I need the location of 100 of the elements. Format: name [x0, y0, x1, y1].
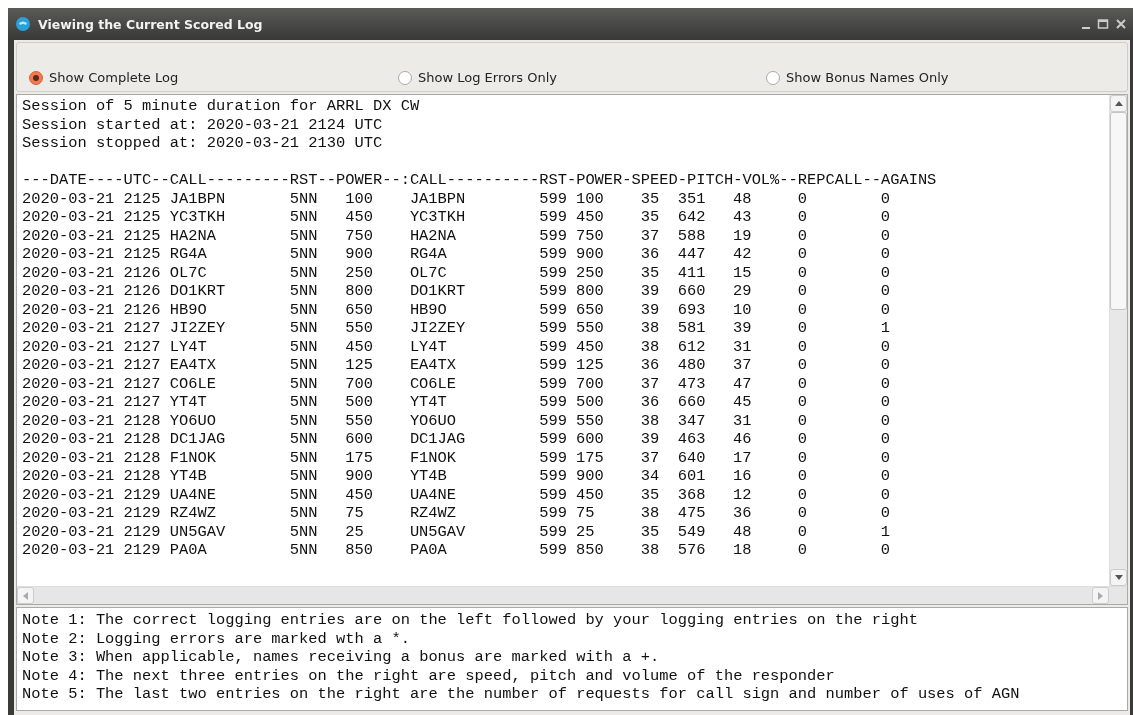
table-cell: JA1BPN	[169, 189, 226, 208]
table-cell: 35	[640, 263, 660, 282]
table-cell: 900	[576, 467, 604, 486]
table-cell: 2129	[123, 522, 161, 541]
table-cell: 640	[677, 448, 706, 467]
table-cell: 850	[345, 541, 373, 560]
table-cell: 0	[797, 356, 807, 375]
table-cell: 12	[733, 485, 752, 504]
table-cell: 42	[733, 245, 752, 264]
table-cell: 2129	[123, 541, 161, 560]
radio-icon[interactable]	[398, 70, 412, 85]
table-cell: 0	[880, 300, 891, 319]
table-cell: 599	[539, 411, 567, 430]
table-cell: 31	[733, 337, 752, 356]
table-cell: 2128	[123, 411, 161, 430]
table-cell: EA4TX	[409, 356, 457, 375]
table-cell: 411	[677, 263, 706, 282]
table-cell: 2126	[123, 300, 161, 319]
table-cell: 0	[797, 467, 807, 486]
table-cell: 599	[539, 448, 567, 467]
table-cell: 35	[640, 522, 660, 541]
table-cell: 599	[539, 504, 567, 523]
radio-icon[interactable]	[766, 70, 780, 85]
note-line: Note 1: The correct logging entries are on the left followed by your logging entries on the right	[22, 611, 919, 630]
table-cell: 0	[880, 337, 891, 356]
session-line: Session started at: 2020-03-21 2124 UTC	[22, 115, 384, 134]
table-cell: 47	[733, 374, 752, 393]
table-cell: YC3TKH	[409, 208, 466, 227]
table-cell: 0	[880, 411, 891, 430]
table-cell: 5NN	[289, 282, 318, 301]
table-cell: 2128	[123, 448, 161, 467]
table-cell: YT4T	[169, 393, 207, 412]
table-cell: DC1JAG	[169, 430, 226, 449]
table-cell: 599	[539, 189, 567, 208]
table-cell: 800	[576, 282, 604, 301]
table-cell: 5NN	[289, 430, 318, 449]
table-cell: HA2NA	[169, 226, 216, 245]
option-label: Show Bonus Names Only	[786, 70, 949, 85]
table-cell: 37	[640, 374, 660, 393]
table-cell: 473	[677, 374, 706, 393]
radio-option[interactable]: Show Complete Log	[29, 70, 398, 85]
table-cell: 0	[797, 208, 807, 227]
table-cell: 599	[539, 467, 567, 486]
table-cell: 5NN	[289, 337, 318, 356]
table-cell: 0	[797, 300, 807, 319]
table-cell: 2020-03-21	[22, 356, 115, 375]
table-cell: 2129	[123, 504, 161, 523]
table-cell: 0	[797, 319, 807, 338]
scroll-up-icon[interactable]	[1110, 95, 1127, 112]
table-cell: 0	[797, 448, 807, 467]
maximize-icon[interactable]	[1097, 18, 1109, 30]
window-title: Viewing the Current Scored Log	[38, 16, 263, 32]
table-cell: 599	[539, 319, 567, 338]
table-cell: 0	[880, 541, 891, 560]
table-cell: 2020-03-21	[22, 245, 115, 264]
table-cell: RZ4WZ	[409, 504, 457, 523]
table-cell: PA0A	[169, 541, 207, 560]
scroll-down-icon[interactable]	[1110, 569, 1127, 586]
table-cell: 2128	[123, 467, 161, 486]
table-cell: 2127	[123, 374, 161, 393]
app-icon	[16, 17, 30, 31]
table-cell: 48	[733, 522, 752, 541]
option-label: Show Log Errors Only	[418, 70, 557, 85]
table-cell: 2020-03-21	[22, 319, 115, 338]
radio-option[interactable]: Show Log Errors Only	[398, 70, 766, 85]
radio-option[interactable]: Show Bonus Names Only	[766, 70, 1127, 85]
table-cell: CO6LE	[409, 374, 457, 393]
table-cell: 750	[345, 226, 373, 245]
table-cell: 0	[880, 393, 891, 412]
table-cell: 368	[677, 485, 706, 504]
table-cell: 0	[880, 282, 891, 301]
table-cell: 2020-03-21	[22, 374, 115, 393]
table-cell: LY4T	[409, 337, 447, 356]
table-cell: 250	[345, 263, 373, 282]
table-cell: 75	[576, 504, 595, 523]
table-cell: 900	[345, 467, 373, 486]
table-cell: 38	[640, 319, 660, 338]
table-cell: 2126	[123, 263, 161, 282]
table-cell: HB9O	[409, 300, 447, 319]
log-text-area[interactable]	[16, 94, 1128, 605]
table-cell: 25	[576, 522, 595, 541]
table-cell: 37	[640, 226, 660, 245]
table-cell: 601	[677, 467, 706, 486]
table-cell: 2129	[123, 485, 161, 504]
table-cell: 48	[733, 189, 752, 208]
table-cell: 5NN	[289, 448, 318, 467]
note-line: Note 5: The last two entries on the right are the number of requests for call sign and number of uses of AGN	[22, 685, 1021, 704]
scroll-thumb[interactable]	[1110, 112, 1127, 310]
table-cell: 2020-03-21	[22, 541, 115, 560]
table-cell: YO6UO	[409, 411, 457, 430]
table-cell: F1NOK	[409, 448, 457, 467]
radio-icon[interactable]	[29, 70, 43, 85]
vertical-scrollbar[interactable]	[1109, 95, 1127, 586]
close-icon[interactable]	[1115, 18, 1127, 30]
table-cell: 750	[576, 226, 604, 245]
table-cell: 36	[640, 393, 660, 412]
table-cell: RZ4WZ	[169, 504, 216, 523]
table-cell: YT4T	[409, 393, 447, 412]
table-cell: 599	[539, 300, 567, 319]
table-cell: 1	[880, 522, 891, 541]
